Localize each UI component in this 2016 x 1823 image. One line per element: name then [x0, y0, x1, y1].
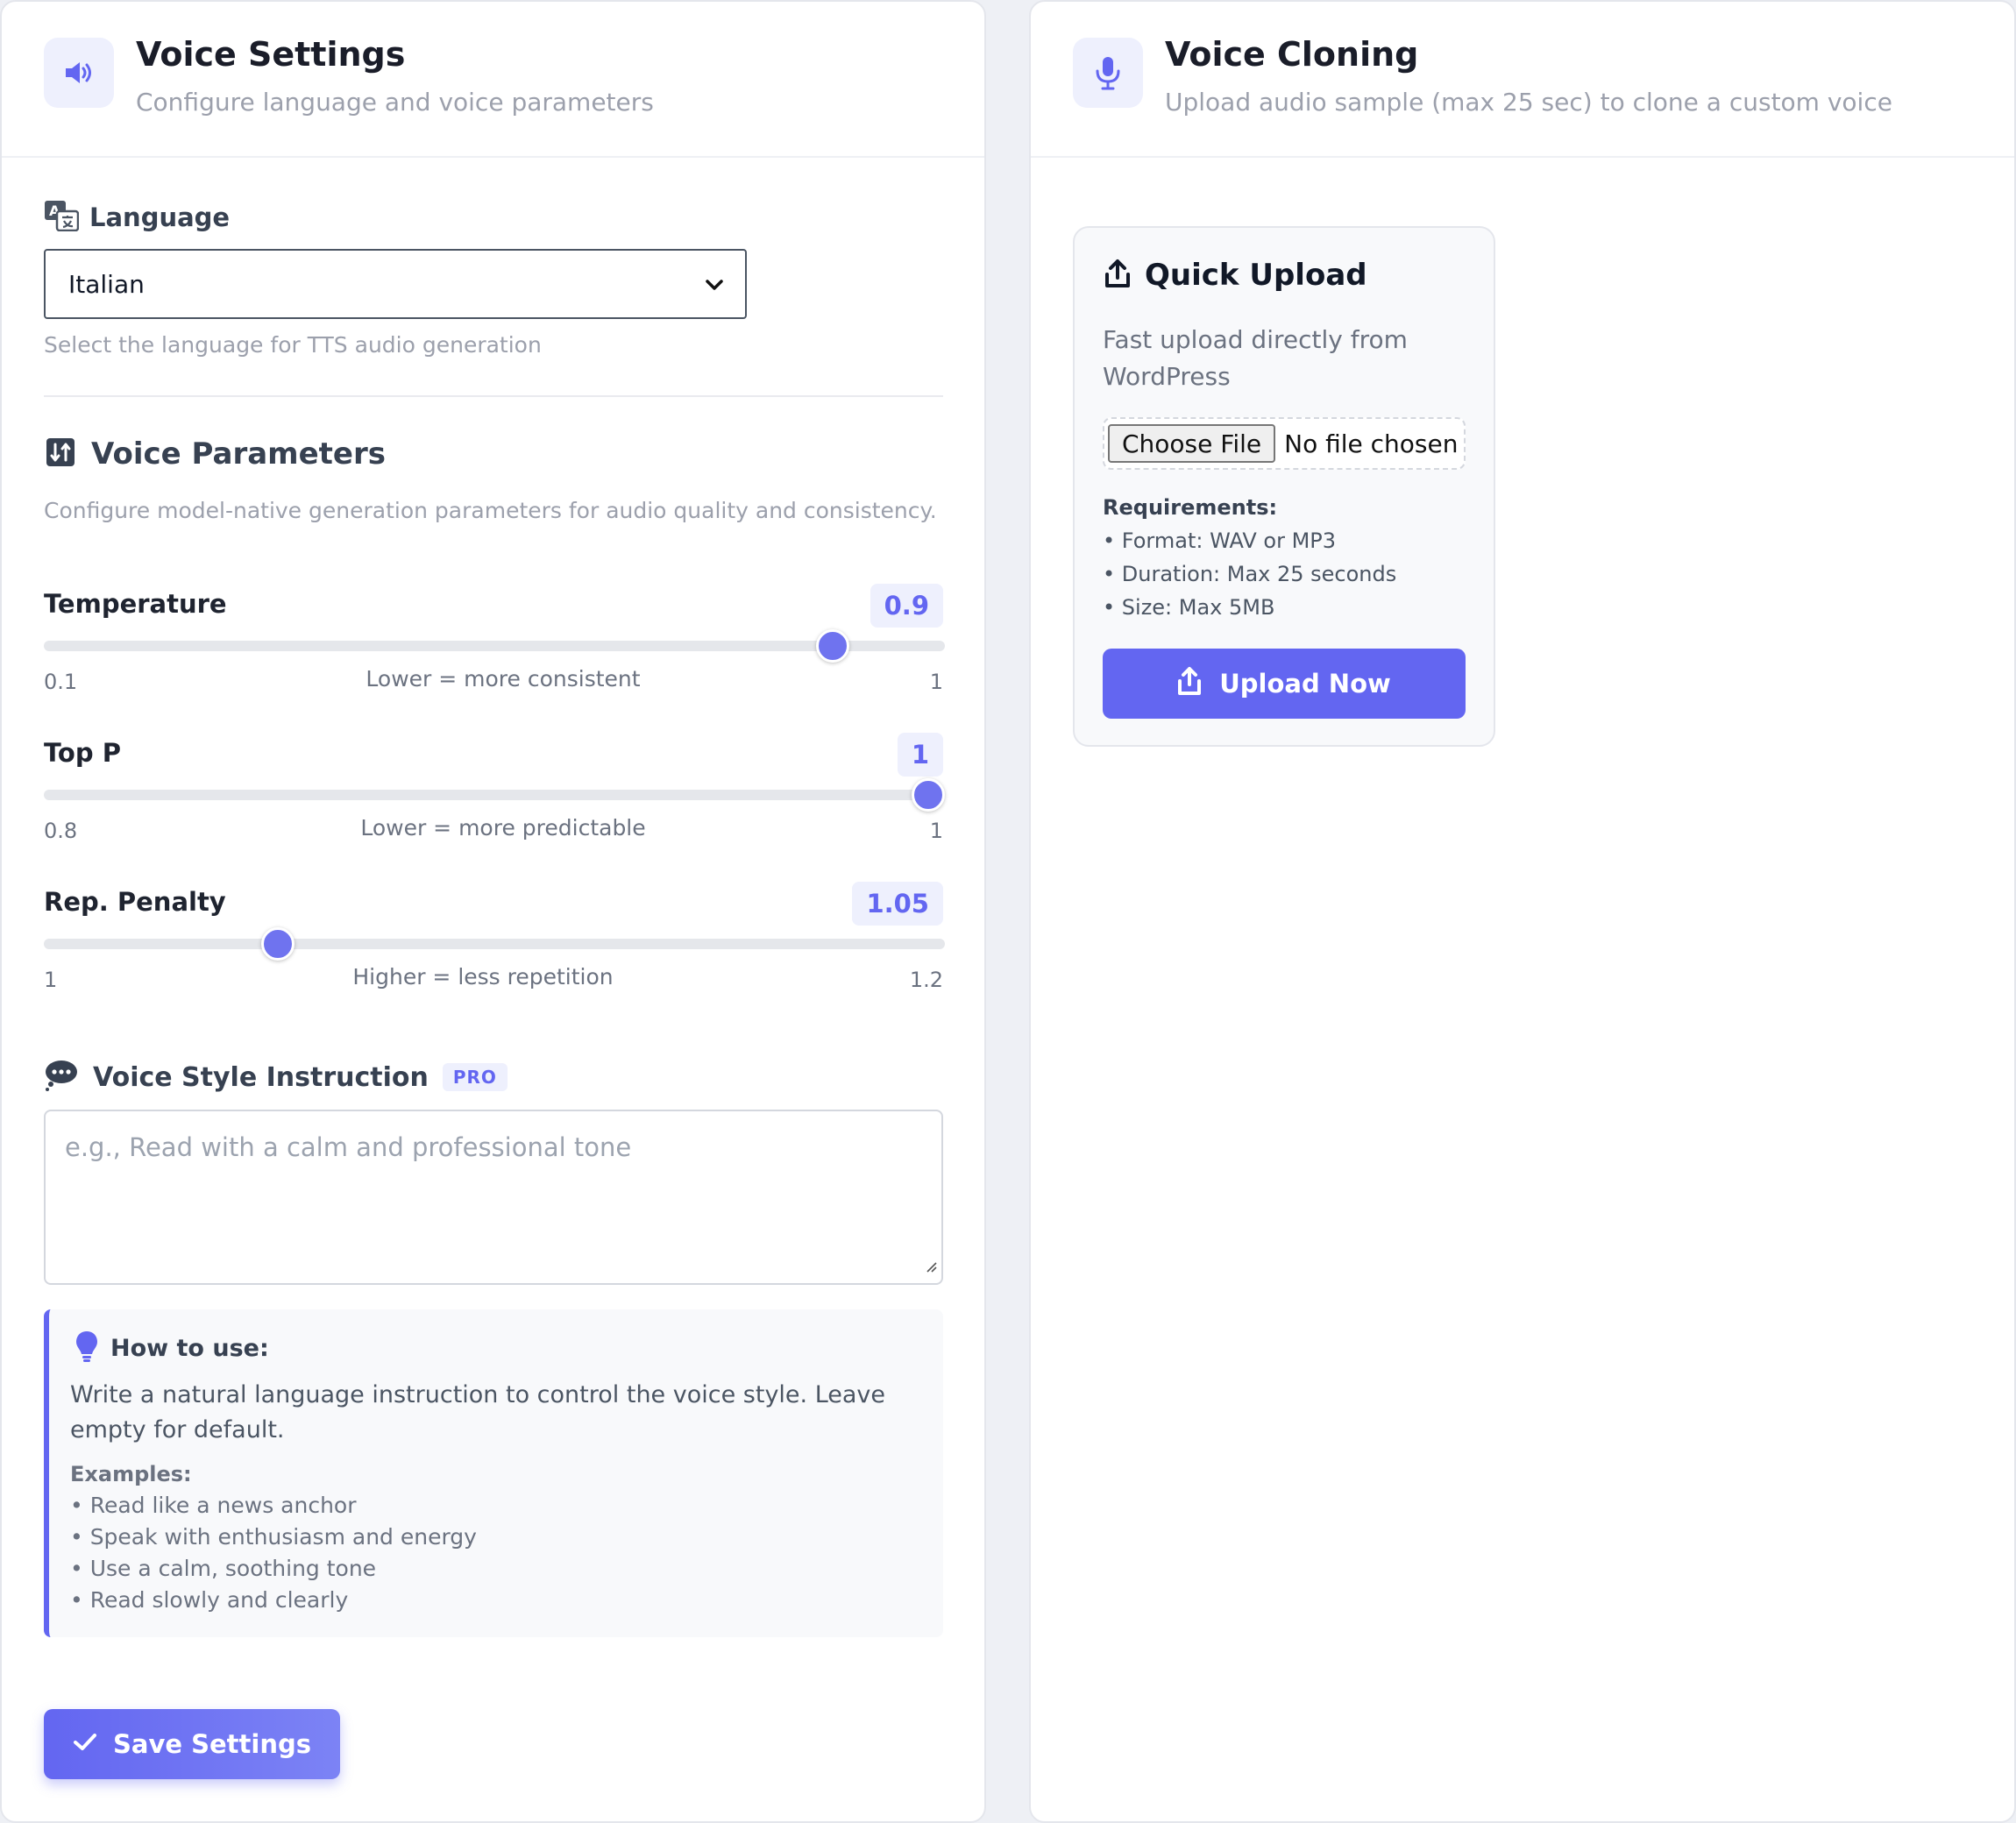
voice-settings-subtitle: Configure language and voice parameters	[136, 88, 654, 117]
voice-parameters-description: Configure model-native generation parame…	[44, 498, 937, 523]
divider	[44, 395, 943, 397]
upload-now-button[interactable]: Upload Now	[1103, 649, 1466, 719]
voice-settings-title: Voice Settings	[136, 35, 406, 74]
language-hint: Select the language for TTS audio genera…	[44, 332, 542, 358]
sliders-icon	[46, 437, 75, 471]
top-p-value: 1	[897, 733, 943, 777]
voice-parameters-heading: Voice Parameters	[46, 436, 386, 472]
speech-bubble-icon	[44, 1059, 79, 1096]
upload-icon	[1104, 259, 1131, 292]
how-to-use-text: Write a natural language instruction to …	[70, 1381, 886, 1444]
temperature-slider-thumb[interactable]	[816, 629, 849, 663]
rep-penalty-hint: Higher = less repetition	[352, 964, 614, 990]
quick-upload-description: Fast upload directly from WordPress	[1103, 325, 1408, 391]
voice-cloning-header: Voice Cloning Upload audio sample (max 2…	[1031, 2, 2014, 158]
voice-cloning-title: Voice Cloning	[1165, 35, 1419, 74]
voice-parameters-title: Voice Parameters	[91, 436, 386, 472]
requirement-item: • Format: WAV or MP3	[1103, 528, 1337, 553]
lightbulb-icon	[75, 1330, 98, 1365]
language-select[interactable]: Italian	[44, 249, 747, 319]
resize-grip-icon[interactable]	[924, 1250, 938, 1280]
language-selected-value: Italian	[68, 269, 145, 299]
top-p-slider-thumb[interactable]	[912, 778, 945, 812]
voice-settings-header: Voice Settings Configure language and vo…	[2, 2, 984, 158]
translate-icon: A	[44, 200, 80, 235]
top-p-max: 1	[929, 819, 943, 843]
voice-style-placeholder: e.g., Read with a calm and professional …	[65, 1132, 632, 1162]
save-settings-label: Save Settings	[112, 1729, 311, 1759]
example-item: • Speak with enthusiasm and energy	[70, 1524, 477, 1550]
voice-cloning-subtitle: Upload audio sample (max 25 sec) to clon…	[1165, 88, 1892, 117]
requirement-item: • Duration: Max 25 seconds	[1103, 562, 1397, 586]
page: Voice Settings Configure language and vo…	[0, 0, 2016, 1823]
checkmark-icon	[73, 1729, 97, 1759]
rep-penalty-value: 1.05	[852, 882, 943, 926]
chevron-down-icon	[703, 273, 726, 302]
top-p-hint: Lower = more predictable	[360, 815, 646, 841]
temperature-label: Temperature	[44, 589, 227, 619]
no-file-text: No file chosen	[1284, 429, 1459, 458]
top-p-min: 0.8	[44, 819, 78, 843]
language-label: Language	[89, 202, 231, 232]
voice-style-label: Voice Style Instruction	[93, 1061, 429, 1093]
rep-penalty-slider-track[interactable]	[44, 939, 945, 949]
speaker-icon	[44, 38, 114, 108]
rep-penalty-max: 1.2	[909, 968, 943, 992]
temperature-max: 1	[929, 670, 943, 694]
rep-penalty-label: Rep. Penalty	[44, 887, 226, 917]
example-item: • Use a calm, soothing tone	[70, 1556, 377, 1581]
how-to-use-title: How to use:	[110, 1334, 269, 1362]
language-label-row: A Language	[44, 200, 230, 235]
example-item: • Read like a news anchor	[70, 1493, 357, 1518]
voice-style-textarea[interactable]: e.g., Read with a calm and professional …	[44, 1110, 943, 1285]
save-settings-button[interactable]: Save Settings	[44, 1709, 340, 1779]
examples-title: Examples:	[70, 1462, 192, 1486]
temperature-min: 0.1	[44, 670, 78, 694]
voice-style-heading: Voice Style Instruction PRO	[44, 1059, 508, 1096]
examples-list: • Read like a news anchor • Speak with e…	[70, 1490, 477, 1616]
quick-upload-heading: Quick Upload	[1104, 258, 1367, 293]
how-to-use-heading: How to use:	[75, 1330, 269, 1365]
upload-now-label: Upload Now	[1219, 669, 1391, 699]
pro-badge: PRO	[442, 1063, 508, 1091]
quick-upload-title: Quick Upload	[1145, 258, 1367, 293]
top-p-label: Top P	[44, 738, 121, 768]
top-p-slider-track[interactable]	[44, 790, 945, 800]
temperature-slider-track[interactable]	[44, 641, 945, 651]
requirements-list: • Format: WAV or MP3 • Duration: Max 25 …	[1103, 524, 1396, 624]
requirements-title: Requirements:	[1103, 495, 1278, 520]
example-item: • Read slowly and clearly	[70, 1587, 349, 1613]
upload-icon	[1177, 666, 1202, 702]
rep-penalty-min: 1	[44, 968, 58, 992]
rep-penalty-slider-thumb[interactable]	[261, 927, 295, 961]
requirement-item: • Size: Max 5MB	[1103, 595, 1275, 620]
temperature-hint: Lower = more consistent	[366, 666, 641, 692]
choose-file-button[interactable]: Choose File	[1108, 424, 1276, 463]
microphone-icon	[1073, 38, 1143, 108]
temperature-value: 0.9	[870, 584, 943, 628]
file-input[interactable]: Choose File No file chosen	[1103, 417, 1466, 470]
